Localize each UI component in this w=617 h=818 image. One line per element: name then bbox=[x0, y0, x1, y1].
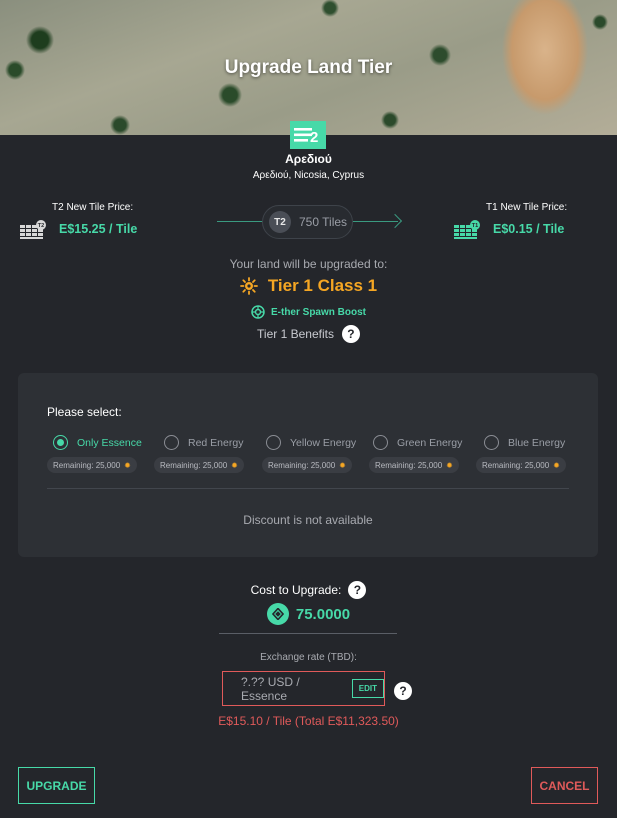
remaining-badge: Remaining: 25,000 ✹ bbox=[476, 457, 566, 473]
option-label: Green Energy bbox=[397, 436, 463, 449]
radio-button[interactable] bbox=[373, 435, 388, 450]
sun-icon: ✹ bbox=[553, 460, 560, 470]
option-label: Only Essence bbox=[77, 436, 142, 449]
tile-count-pill: T2 750 Tiles bbox=[262, 205, 353, 239]
spawn-boost: E-ther Spawn Boost bbox=[0, 305, 617, 319]
upgrade-intro: Your land will be upgraded to: bbox=[229, 257, 388, 271]
tier-badge: T2 bbox=[269, 211, 291, 233]
radio-button[interactable] bbox=[484, 435, 499, 450]
boost-label: E-ther Spawn Boost bbox=[270, 306, 366, 318]
divider bbox=[47, 488, 569, 489]
select-prompt: Please select: bbox=[47, 405, 122, 419]
new-price-label: T1 New Tile Price: bbox=[486, 202, 568, 213]
cost-label-row: Cost to Upgrade: ? bbox=[0, 581, 617, 599]
current-price-label: T2 New Tile Price: bbox=[52, 202, 134, 213]
sun-icon: ✹ bbox=[124, 460, 131, 470]
tier-name: Tier 1 Class 1 bbox=[267, 276, 378, 295]
remaining-text: Remaining: 25,000 bbox=[53, 460, 121, 470]
tier-benefits: Tier 1 Benefits ? bbox=[0, 325, 617, 343]
tile-stack-icon: T1 bbox=[454, 220, 480, 239]
remaining-badge: Remaining: 25,000 ✹ bbox=[154, 457, 244, 473]
help-icon[interactable]: ? bbox=[394, 682, 412, 700]
radio-button[interactable] bbox=[266, 435, 281, 450]
remaining-badge: Remaining: 25,000 ✹ bbox=[262, 457, 352, 473]
cost-value: 75.0000 bbox=[295, 605, 351, 623]
tier-target: Tier 1 Class 1 bbox=[0, 276, 617, 296]
sun-icon: ✹ bbox=[231, 460, 238, 470]
cost-label: Cost to Upgrade: bbox=[250, 583, 342, 597]
option-label: Red Energy bbox=[188, 436, 244, 449]
option-label: Yellow Energy bbox=[290, 436, 357, 449]
essence-coin-icon bbox=[266, 603, 289, 625]
resource-selection-panel: Please select: Only Essence Remaining: 2… bbox=[18, 373, 598, 557]
connector-line bbox=[217, 221, 263, 222]
radio-button[interactable] bbox=[53, 435, 68, 450]
exchange-rate-label: Exchange rate (TBD): bbox=[260, 652, 357, 663]
sun-badge-icon bbox=[239, 277, 258, 295]
remaining-text: Remaining: 25,000 bbox=[160, 460, 228, 470]
remaining-text: Remaining: 25,000 bbox=[268, 460, 336, 470]
exchange-rate-value: ?.?? USD / Essence bbox=[241, 674, 300, 703]
upgrade-button[interactable]: UPGRADE bbox=[18, 767, 95, 804]
tile-stack-icon: T2 bbox=[20, 220, 46, 239]
arrow-right-icon bbox=[387, 213, 403, 229]
current-price-value: E$15.25 / Tile bbox=[59, 222, 138, 236]
option-label: Blue Energy bbox=[508, 436, 566, 449]
option-green-energy[interactable]: Green Energy Remaining: 25,000 ✹ bbox=[369, 435, 462, 473]
remaining-badge: Remaining: 25,000 ✹ bbox=[369, 457, 459, 473]
divider bbox=[219, 633, 397, 634]
remaining-text: Remaining: 25,000 bbox=[482, 460, 550, 470]
edit-button[interactable]: EDIT bbox=[351, 679, 384, 698]
page-title: Upgrade Land Tier bbox=[224, 57, 393, 78]
land-tier-2-icon: 2 bbox=[290, 121, 326, 149]
remaining-text: Remaining: 25,000 bbox=[375, 460, 443, 470]
help-icon[interactable]: ? bbox=[341, 325, 360, 343]
benefits-label: Tier 1 Benefits bbox=[257, 327, 334, 341]
new-price-value: E$0.15 / Tile bbox=[493, 222, 565, 236]
discount-message: Discount is not available bbox=[243, 513, 373, 527]
exchange-rate-field[interactable]: ?.?? USD / Essence EDIT bbox=[222, 671, 385, 706]
sun-icon: ✹ bbox=[339, 460, 346, 470]
option-yellow-energy[interactable]: Yellow Energy Remaining: 25,000 ✹ bbox=[262, 435, 356, 473]
remaining-badge: Remaining: 25,000 ✹ bbox=[47, 457, 137, 473]
land-tier-badge: 2 bbox=[310, 129, 318, 146]
price-tier-badge: T2 bbox=[38, 223, 44, 229]
new-price-block: T1 New Tile Price: E$0.15 / Tile bbox=[486, 202, 567, 236]
tile-count: 750 Tiles bbox=[299, 215, 348, 229]
total-cost-text: E$15.10 / Tile (Total E$11,323.50) bbox=[218, 714, 399, 728]
help-icon[interactable]: ? bbox=[348, 581, 367, 599]
option-only-essence[interactable]: Only Essence Remaining: 25,000 ✹ bbox=[47, 435, 142, 473]
price-tier-badge: T1 bbox=[472, 223, 478, 229]
cost-value-row: 75.0000 bbox=[0, 603, 617, 625]
current-price-block: T2 New Tile Price: E$15.25 / Tile bbox=[52, 202, 137, 236]
option-blue-energy[interactable]: Blue Energy Remaining: 25,000 ✹ bbox=[476, 435, 566, 473]
option-red-energy[interactable]: Red Energy Remaining: 25,000 ✹ bbox=[154, 435, 244, 473]
land-location: Αρεδιού, Nicosia, Cyprus bbox=[252, 170, 365, 181]
sun-icon: ✹ bbox=[446, 460, 453, 470]
land-name: Αρεδιού bbox=[285, 152, 332, 166]
boost-icon bbox=[251, 305, 265, 319]
cancel-button[interactable]: CANCEL bbox=[531, 767, 598, 804]
radio-button[interactable] bbox=[164, 435, 179, 450]
